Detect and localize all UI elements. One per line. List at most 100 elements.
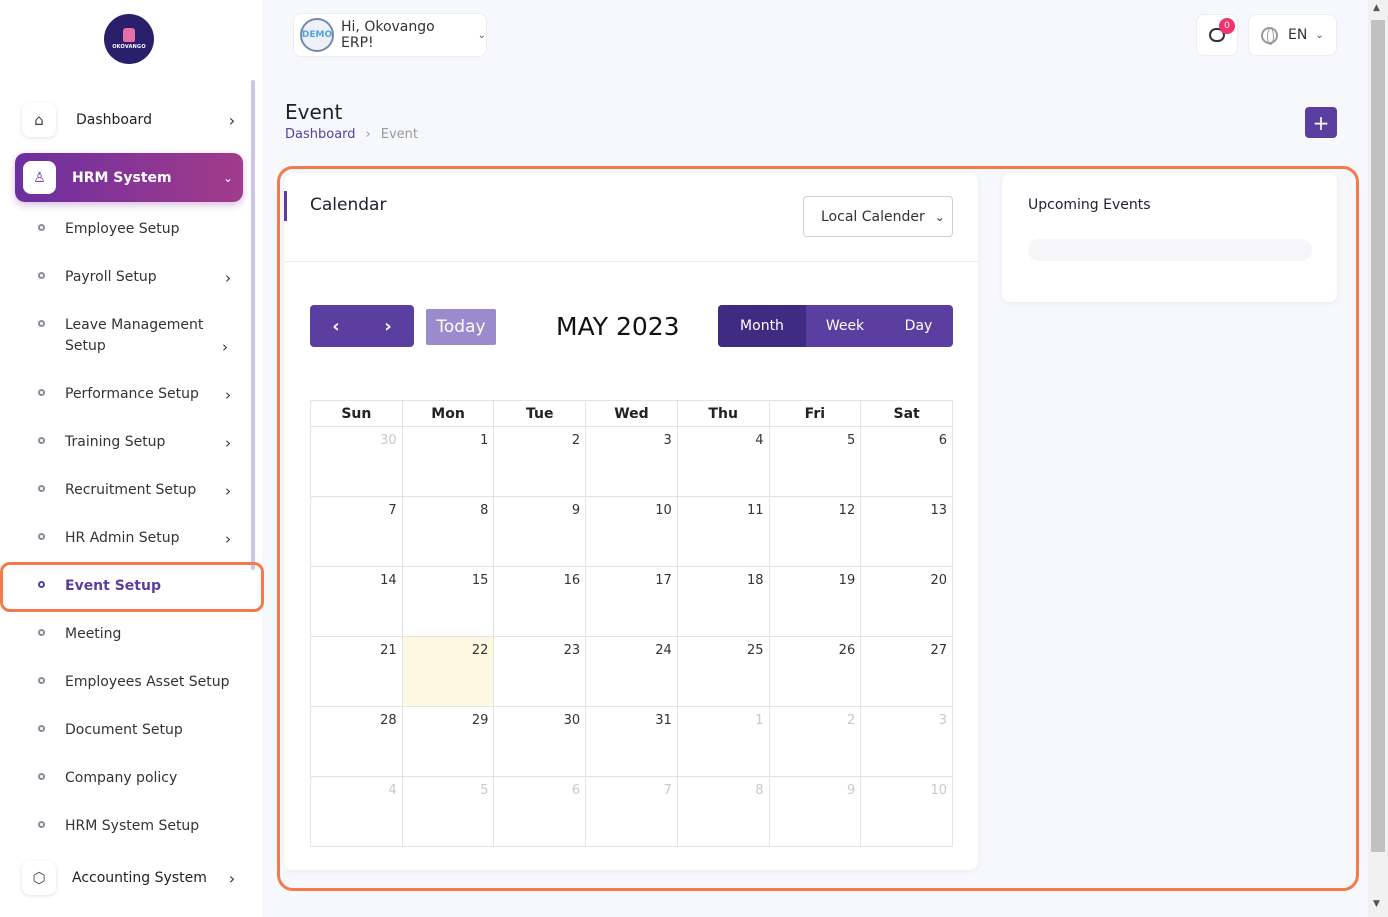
breadcrumb-separator-icon: › <box>365 127 371 142</box>
calendar-day-cell[interactable]: 18 <box>676 566 770 637</box>
sidebar-subitem-label: Leave Management Setup <box>65 317 204 354</box>
sidebar-subitem-label: HRM System Setup <box>65 818 200 834</box>
calendar-day-cell[interactable]: 1 <box>401 426 495 497</box>
sidebar-item-accounting-system[interactable]: ⬡ Accounting System › <box>22 861 242 895</box>
sidebar-subitem-training-setup[interactable]: Training Setup › <box>38 432 238 453</box>
calendar-day-cell[interactable]: 5 <box>768 426 862 497</box>
calendar-day-cell[interactable]: 2 <box>768 706 862 777</box>
calendar-view-switch: Month Week Day <box>718 305 953 347</box>
calendar-week-row: 30 1 2 3 4 5 6 <box>310 426 953 497</box>
calendar-day-cell[interactable]: 19 <box>768 566 862 637</box>
view-week-button[interactable]: Week <box>806 305 884 347</box>
calendar-day-cell[interactable]: 26 <box>768 636 862 707</box>
calendar-day-cell[interactable]: 20 <box>860 566 953 637</box>
calendar-card: Calendar Local Calender ⌄ ‹ › Today MAY … <box>284 173 978 870</box>
calendar-day-cell[interactable]: 28 <box>310 706 403 777</box>
scroll-up-arrow-icon[interactable]: ▲ <box>1373 3 1380 13</box>
breadcrumb-current: Event <box>380 127 418 142</box>
sidebar-item-label: Dashboard <box>76 112 152 128</box>
bullet-icon <box>38 320 45 327</box>
sidebar-subitem-performance-setup[interactable]: Performance Setup › <box>38 384 238 405</box>
user-menu[interactable]: DEMO Hi, Okovango ERP! ⌄ <box>293 13 487 57</box>
calendar-day-cell[interactable]: 27 <box>860 636 953 707</box>
calendar-day-cell[interactable]: 21 <box>310 636 403 707</box>
calendar-day-cell-today[interactable]: 22 <box>401 636 495 707</box>
calendar-day-cell[interactable]: 9 <box>493 496 587 567</box>
page-scrollbar[interactable]: ▲ ▼ <box>1368 0 1388 917</box>
calendar-card-title: Calendar <box>310 195 387 215</box>
calendar-day-cell[interactable]: 30 <box>493 706 587 777</box>
calendar-day-cell[interactable]: 17 <box>585 566 678 637</box>
bullet-icon <box>38 773 45 780</box>
sidebar-subitem-leave-management-setup[interactable]: Leave Management Setup › <box>38 315 238 357</box>
sidebar-item-hrm-system[interactable]: ♙ HRM System ⌄ <box>15 153 243 202</box>
calendar-day-cell[interactable]: 8 <box>401 496 495 567</box>
sidebar-subitem-employees-asset-setup[interactable]: Employees Asset Setup <box>38 672 238 693</box>
sidebar-subitem-hr-admin-setup[interactable]: HR Admin Setup › <box>38 528 238 549</box>
sidebar-subitem-recruitment-setup[interactable]: Recruitment Setup › <box>38 480 238 501</box>
calendar-day-cell[interactable]: 23 <box>493 636 587 707</box>
calendar-day-cell[interactable]: 30 <box>310 426 403 497</box>
chevron-right-icon: › <box>225 482 231 500</box>
bullet-icon <box>38 224 45 231</box>
calendar-day-cell[interactable]: 13 <box>860 496 953 567</box>
sidebar-subitem-hrm-system-setup[interactable]: HRM System Setup <box>38 816 238 837</box>
brand-logo[interactable]: OKOVANGO <box>104 14 154 64</box>
sidebar-scrollbar[interactable] <box>251 80 255 570</box>
sidebar-subitem-meeting[interactable]: Meeting <box>38 624 238 645</box>
sidebar-subitem-employee-setup[interactable]: Employee Setup <box>38 219 238 240</box>
calendar-grid: Sun Mon Tue Wed Thu Fri Sat 30 1 2 3 4 5 6 7 8 9 1… <box>310 400 953 847</box>
calendar-day-cell[interactable]: 7 <box>585 776 678 847</box>
scroll-down-arrow-icon[interactable]: ▼ <box>1373 899 1380 909</box>
today-button[interactable]: Today <box>426 309 496 345</box>
sidebar-subitem-document-setup[interactable]: Document Setup <box>38 720 238 741</box>
sidebar-subitem-payroll-setup[interactable]: Payroll Setup › <box>38 267 238 288</box>
calendar-day-cell[interactable]: 29 <box>401 706 495 777</box>
calendar-day-cell[interactable]: 14 <box>310 566 403 637</box>
calendar-day-cell[interactable]: 8 <box>676 776 770 847</box>
breadcrumb-dashboard-link[interactable]: Dashboard <box>285 127 356 142</box>
prev-month-button[interactable]: ‹ <box>310 305 362 347</box>
calendar-type-select[interactable]: Local Calender ⌄ <box>803 196 953 237</box>
calendar-day-cell[interactable]: 24 <box>585 636 678 707</box>
scrollbar-thumb[interactable] <box>1371 20 1385 852</box>
calendar-day-cell[interactable]: 3 <box>860 706 953 777</box>
next-month-button[interactable]: › <box>362 305 414 347</box>
calendar-day-cell[interactable]: 7 <box>310 496 403 567</box>
avatar: DEMO <box>300 18 334 52</box>
calendar-day-cell[interactable]: 6 <box>860 426 953 497</box>
chevron-down-icon: ⌄ <box>477 29 486 41</box>
calendar-day-cell[interactable]: 31 <box>585 706 678 777</box>
calendar-day-cell[interactable]: 3 <box>585 426 678 497</box>
calendar-day-cell[interactable]: 4 <box>676 426 770 497</box>
language-selector[interactable]: EN ⌄ <box>1248 14 1337 56</box>
calendar-day-cell[interactable]: 5 <box>401 776 495 847</box>
calendar-day-cell[interactable]: 12 <box>768 496 862 567</box>
calendar-nav-group: ‹ › <box>310 305 414 347</box>
sidebar-subitem-label: Payroll Setup <box>65 269 157 285</box>
page-title: Event <box>285 100 343 124</box>
view-month-button[interactable]: Month <box>718 305 806 347</box>
calendar-day-cell[interactable]: 25 <box>676 636 770 707</box>
notifications-button[interactable]: 0 <box>1196 14 1238 56</box>
sidebar-subitem-company-policy[interactable]: Company policy <box>38 768 238 789</box>
calendar-day-cell[interactable]: 16 <box>493 566 587 637</box>
calendar-day-cell[interactable]: 2 <box>493 426 587 497</box>
add-event-button[interactable]: + <box>1305 107 1337 138</box>
card-accent-bar <box>284 191 287 221</box>
calendar-day-cell[interactable]: 10 <box>860 776 953 847</box>
bullet-icon <box>38 389 45 396</box>
sidebar-subitem-label: Meeting <box>65 626 122 642</box>
upcoming-events-title: Upcoming Events <box>1028 197 1151 213</box>
sidebar-item-dashboard[interactable]: ⌂ Dashboard › <box>22 103 242 137</box>
calendar-day-cell[interactable]: 15 <box>401 566 495 637</box>
calendar-day-cell[interactable]: 11 <box>676 496 770 567</box>
calendar-type-value: Local Calender <box>821 208 925 225</box>
calendar-day-cell[interactable]: 9 <box>768 776 862 847</box>
calendar-day-cell[interactable]: 10 <box>585 496 678 567</box>
view-day-button[interactable]: Day <box>884 305 953 347</box>
sidebar-item-label: Accounting System <box>72 870 207 886</box>
calendar-day-cell[interactable]: 6 <box>493 776 587 847</box>
calendar-day-cell[interactable]: 1 <box>676 706 770 777</box>
calendar-day-cell[interactable]: 4 <box>310 776 403 847</box>
